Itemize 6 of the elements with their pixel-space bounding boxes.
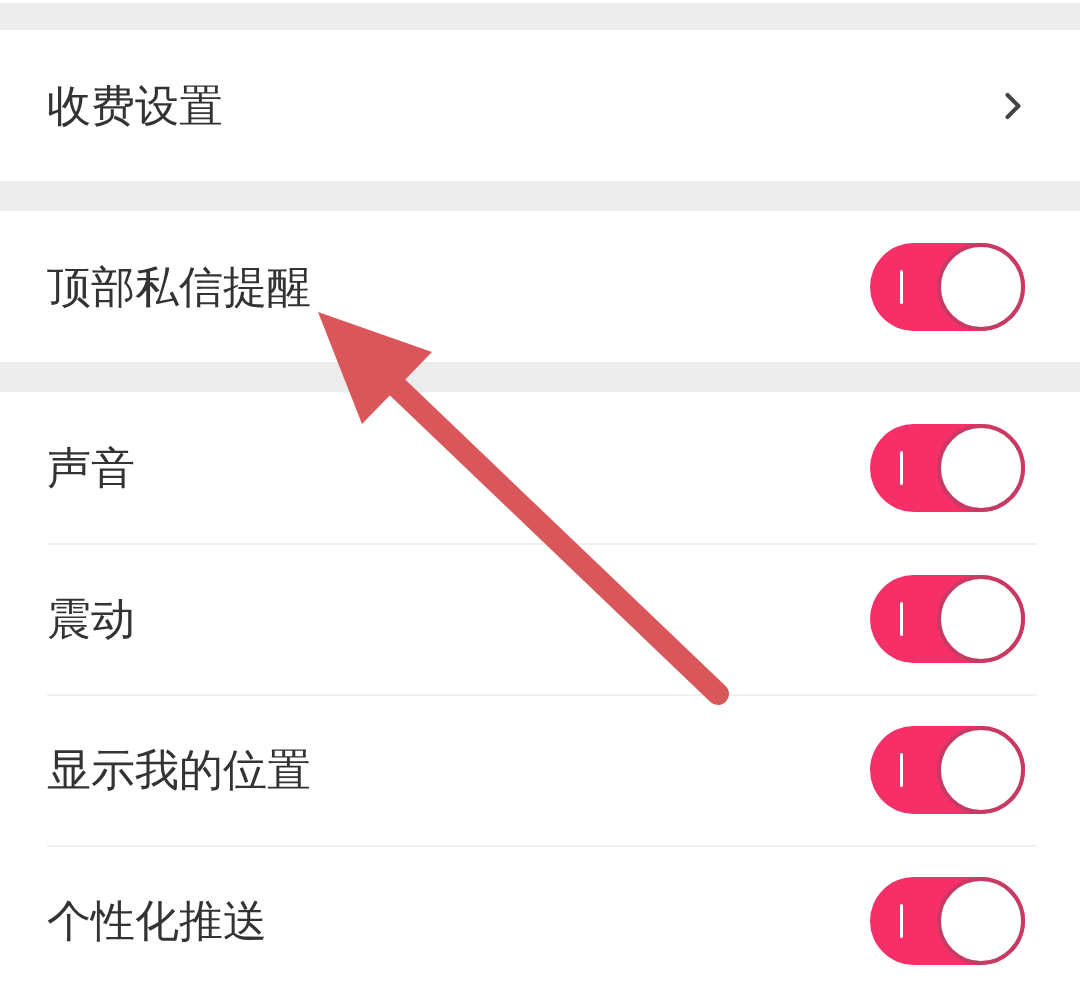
setting-label: 顶部私信提醒 (47, 260, 311, 313)
setting-label: 个性化推送 (47, 894, 267, 947)
setting-label: 显示我的位置 (47, 743, 311, 796)
setting-label: 收费设置 (47, 79, 223, 132)
setting-label: 声音 (47, 441, 135, 494)
setting-label: 震动 (47, 592, 135, 645)
